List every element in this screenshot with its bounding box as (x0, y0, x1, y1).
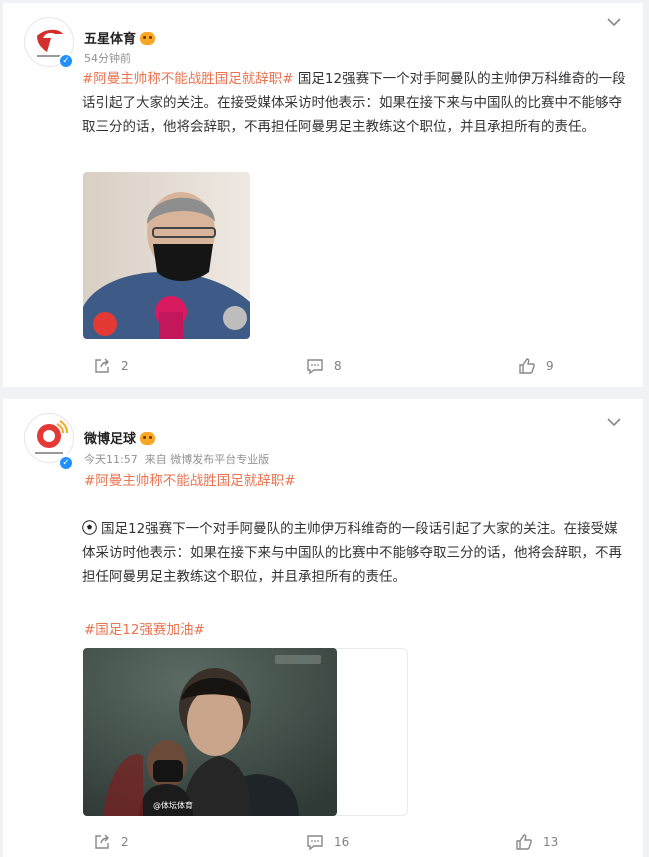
post-time[interactable]: 今天11:57 (84, 453, 138, 466)
weibo-feed: ✓ 五星体育 54分钟前 #阿曼主帅称不能战胜国足就辞职# 国足12强赛下一个对… (0, 0, 649, 857)
post-image[interactable]: @体坛体育 (83, 648, 337, 816)
like-button[interactable]: 9 (518, 357, 554, 375)
comment-count: 8 (334, 359, 342, 373)
hashtag-line: #国足12强赛加油# (84, 618, 624, 642)
action-bar: 2 16 13 (3, 833, 643, 857)
comment-count: 16 (334, 835, 350, 849)
thumbs-up-icon (516, 834, 532, 850)
share-icon (95, 834, 109, 849)
verified-badge-icon: ✓ (58, 53, 74, 69)
thumbs-up-icon (519, 358, 535, 374)
username[interactable]: 五星体育 (84, 32, 136, 47)
coach-photo: @体坛体育 (83, 648, 337, 816)
username[interactable]: 微博足球 (84, 432, 136, 447)
coach-photo (83, 172, 250, 339)
post-card: ✓ 微博足球 今天11:57 来自 微博发布平台专业版 #阿曼主帅称不能战胜国足就… (3, 399, 643, 857)
username-link[interactable]: 五星体育 (84, 28, 156, 47)
soccer-ball-icon (82, 519, 97, 535)
hashtag-link[interactable]: #国足12强赛加油# (84, 622, 205, 638)
chevron-down-icon[interactable] (607, 417, 621, 427)
post-card: ✓ 五星体育 54分钟前 #阿曼主帅称不能战胜国足就辞职# 国足12强赛下一个对… (3, 3, 643, 387)
post-time[interactable]: 54分钟前 (84, 52, 131, 65)
vip-emoji-icon (140, 32, 156, 45)
post-source: 来自 微博发布平台专业版 (144, 453, 270, 466)
chevron-down-icon[interactable] (607, 17, 621, 27)
repost-button[interactable]: 2 (93, 357, 129, 375)
post-body: 国足12强赛下一个对手阿曼队的主帅伊万科维奇的一段话引起了大家的关注。在接受媒体… (82, 521, 622, 585)
repost-button[interactable]: 2 (93, 833, 129, 851)
username-link[interactable]: 微博足球 (84, 428, 156, 447)
comment-button[interactable]: 8 (306, 357, 342, 375)
comment-button[interactable]: 16 (306, 833, 349, 851)
comment-icon (307, 359, 323, 375)
post-meta: 54分钟前 (84, 50, 138, 66)
vip-emoji-icon (140, 432, 156, 445)
like-count: 9 (546, 359, 554, 373)
action-bar: 2 8 9 (3, 357, 643, 381)
hashtag-line: #阿曼主帅称不能战胜国足就辞职# (84, 469, 624, 493)
comment-icon (307, 835, 323, 851)
repost-count: 2 (121, 359, 129, 373)
post-text: 国足12强赛下一个对手阿曼队的主帅伊万科维奇的一段话引起了大家的关注。在接受媒体… (82, 517, 630, 589)
watermark-text: @体坛体育 (153, 800, 193, 810)
post-text: #阿曼主帅称不能战胜国足就辞职# 国足12强赛下一个对手阿曼队的主帅伊万科维奇的… (82, 67, 627, 139)
post-image[interactable] (83, 172, 250, 339)
share-icon (95, 358, 109, 373)
like-count: 13 (543, 835, 559, 849)
verified-badge-icon: ✓ (58, 455, 74, 471)
hashtag-link[interactable]: #阿曼主帅称不能战胜国足就辞职# (82, 71, 294, 87)
repost-count: 2 (121, 835, 129, 849)
post-meta: 今天11:57 来自 微博发布平台专业版 (84, 451, 276, 467)
like-button[interactable]: 13 (515, 833, 558, 851)
hashtag-link[interactable]: #阿曼主帅称不能战胜国足就辞职# (84, 473, 296, 489)
